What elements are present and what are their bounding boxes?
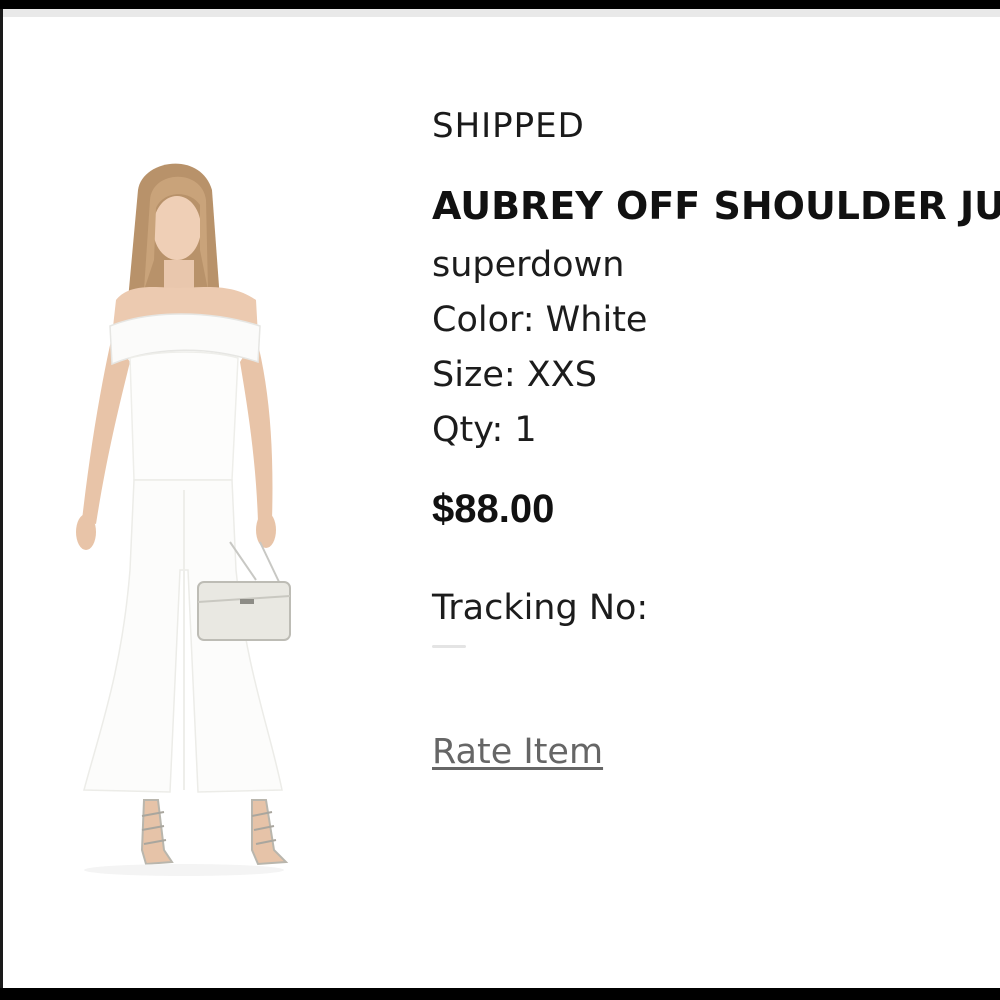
- tracking-label: Tracking No:: [432, 588, 649, 628]
- left-border: [0, 9, 3, 988]
- brand-name: superdown: [432, 245, 625, 285]
- product-name[interactable]: AUBREY OFF SHOULDER JUMPSUIT: [432, 180, 1000, 232]
- order-item-card: SHIPPED AUBREY OFF SHOULDER JUMPSUIT sup…: [0, 0, 1000, 1000]
- color-line: Color: White: [432, 300, 648, 340]
- top-border: [0, 0, 1000, 9]
- bottom-border: [0, 988, 1000, 1000]
- item-details: SHIPPED AUBREY OFF SHOULDER JUMPSUIT sup…: [432, 100, 1000, 777]
- top-border-shadow: [0, 9, 1000, 17]
- product-image[interactable]: [60, 150, 310, 890]
- item-price: $88.00: [432, 487, 555, 531]
- size-line: Size: XXS: [432, 355, 597, 395]
- rate-item-link[interactable]: Rate Item: [432, 727, 603, 777]
- tracking-number-placeholder: [432, 637, 1000, 655]
- qty-line: Qty: 1: [432, 410, 537, 450]
- model-jumpsuit-illustration: [76, 163, 291, 876]
- shipment-status: SHIPPED: [432, 106, 585, 146]
